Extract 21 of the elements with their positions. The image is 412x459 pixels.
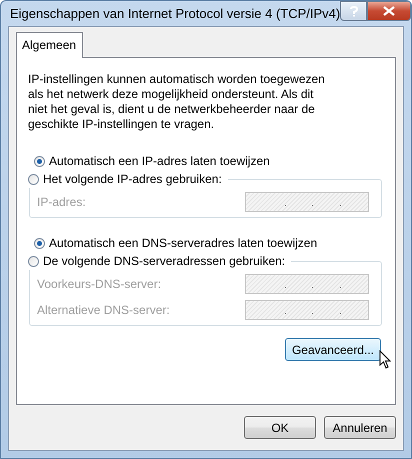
close-button[interactable] bbox=[367, 1, 411, 21]
field-label: Alternatieve DNS-server: bbox=[37, 303, 170, 317]
radio-option[interactable]: Het volgende IP-adres gebruiken: bbox=[28, 170, 222, 188]
close-icon bbox=[383, 6, 396, 16]
ip-address-field[interactable] bbox=[245, 300, 369, 320]
radio-option[interactable]: De volgende DNS-serveradressen gebruiken: bbox=[28, 252, 286, 270]
ip-address-field[interactable] bbox=[245, 192, 369, 212]
radio-option[interactable]: Automatisch een IP-adres laten toewijzen bbox=[34, 152, 383, 170]
mouse-pointer-icon bbox=[379, 350, 391, 369]
advanced-button[interactable]: Geavanceerd... bbox=[284, 338, 381, 361]
description-text: IP-instellingen kunnen automatisch worden toegewezen als het netwerk deze mogelijkheid ondersteunt. Als dit niet het geval is, dient u de netwerkbeheerder naar de geschikte IP-instellingen te vragen. bbox=[28, 72, 326, 132]
ip-address-field[interactable] bbox=[245, 274, 369, 294]
ok-button[interactable]: OK bbox=[244, 416, 316, 439]
field-label: Voorkeurs-DNS-server: bbox=[37, 277, 162, 291]
help-button[interactable] bbox=[340, 1, 368, 21]
help-icon bbox=[350, 6, 358, 16]
radio-option[interactable]: Automatisch een DNS-serveradres laten toewijzen bbox=[34, 234, 383, 252]
cancel-button[interactable]: Annuleren bbox=[324, 416, 396, 439]
window-title: Eigenschappen van Internet Protocol versie 4 (TCP/IPv4) bbox=[9, 6, 340, 21]
field-label: IP-adres: bbox=[37, 195, 86, 209]
tab[interactable]: Algemeen bbox=[16, 32, 84, 58]
